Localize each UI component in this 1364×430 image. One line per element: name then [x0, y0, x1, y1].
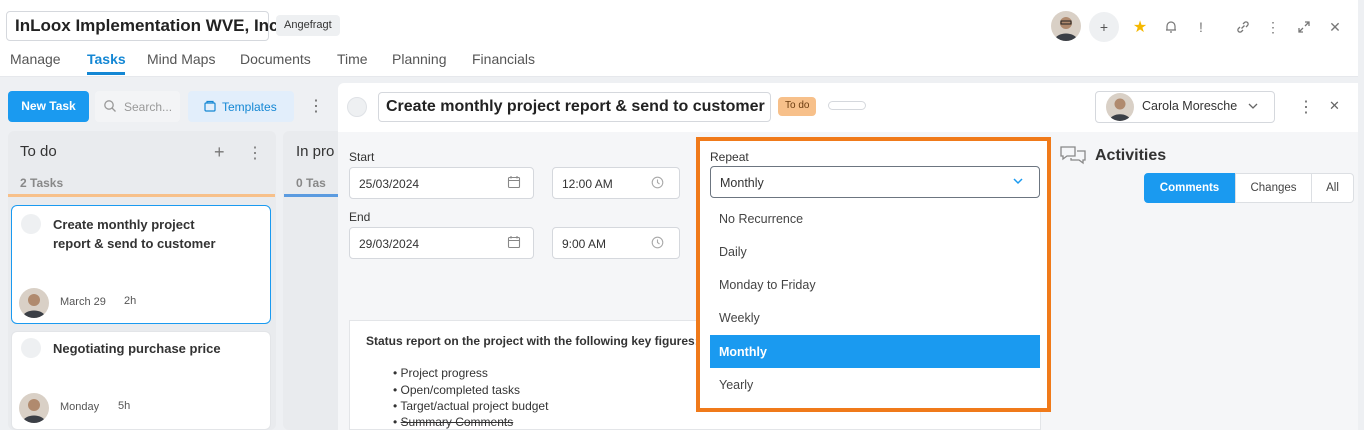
task-duration: 2h	[124, 295, 137, 307]
repeat-label: Repeat	[710, 150, 749, 164]
repeat-select[interactable]: Monthly	[710, 166, 1040, 198]
column-task-count: 0 Tas	[296, 176, 326, 190]
close-icon[interactable]: ✕	[1324, 16, 1346, 38]
add-task-icon[interactable]: +	[214, 142, 225, 163]
column-title: To do	[20, 143, 57, 160]
link-icon[interactable]	[1232, 16, 1254, 38]
tab-time[interactable]: Time	[337, 51, 368, 67]
star-icon[interactable]: ★	[1129, 16, 1151, 38]
more-vertical-icon[interactable]: ⋮	[1262, 16, 1284, 38]
description-bullet: • Project progress	[393, 366, 488, 380]
tab-changes[interactable]: Changes	[1235, 173, 1312, 203]
bell-icon[interactable]	[1160, 16, 1182, 38]
start-label: Start	[349, 150, 375, 164]
repeat-option-weekly[interactable]: Weekly	[710, 301, 1040, 334]
column-more-icon[interactable]: ⋮	[247, 143, 263, 163]
column-title: In pro	[296, 143, 335, 160]
task-title-input[interactable]: Create monthly project report & send to …	[378, 92, 771, 122]
repeat-option-yearly[interactable]: Yearly	[710, 368, 1040, 401]
assignee-avatar	[19, 393, 49, 423]
project-title[interactable]: InLoox Implementation WVE, Inc.	[6, 11, 283, 41]
task-checkbox[interactable]	[21, 214, 41, 234]
tab-documents[interactable]: Documents	[240, 51, 311, 67]
alert-icon[interactable]: !	[1190, 16, 1212, 38]
assignee-avatar	[19, 288, 49, 318]
chat-icon	[1059, 144, 1087, 168]
task-duration: 5h	[118, 400, 131, 412]
task-card-title: Negotiating purchase price	[53, 341, 221, 356]
tab-comments[interactable]: Comments	[1144, 173, 1235, 203]
progress-bar[interactable]	[828, 101, 866, 110]
end-label: End	[349, 210, 371, 224]
active-tab-indicator	[87, 72, 125, 75]
column-status-bar	[8, 194, 275, 197]
activities-title: Activities	[1095, 147, 1167, 164]
add-member-button[interactable]: +	[1089, 12, 1119, 42]
clock-icon[interactable]	[651, 176, 664, 189]
description-heading: Status report on the project with the fo…	[366, 334, 699, 348]
tab-tasks[interactable]: Tasks	[87, 51, 126, 67]
task-checkbox[interactable]	[21, 338, 41, 358]
column-task-count: 2 Tasks	[20, 176, 64, 190]
tab-all[interactable]: All	[1311, 173, 1354, 203]
search-icon	[103, 99, 117, 113]
tab-manage[interactable]: Manage	[10, 51, 61, 67]
repeat-option-daily[interactable]: Daily	[710, 235, 1040, 268]
tab-mind-maps[interactable]: Mind Maps	[147, 51, 215, 67]
detail-more-icon[interactable]: ⋮	[1298, 97, 1314, 117]
calendar-icon[interactable]	[507, 235, 521, 249]
column-status-bar	[284, 194, 342, 197]
task-card-title: Create monthly project report & send to …	[53, 217, 216, 251]
new-task-button[interactable]: New Task	[8, 91, 89, 122]
task-complete-checkbox[interactable]	[347, 97, 367, 117]
clock-icon[interactable]	[651, 236, 664, 249]
assignee-name: Carola Moresche	[1142, 99, 1238, 113]
tab-planning[interactable]: Planning	[392, 51, 447, 67]
toolbar-more-icon[interactable]: ⋮	[308, 96, 324, 116]
tab-financials[interactable]: Financials	[472, 51, 535, 67]
detail-close-icon[interactable]: ✕	[1329, 98, 1340, 114]
task-due-date: March 29	[60, 296, 106, 308]
repeat-option-monday-to-friday[interactable]: Monday to Friday	[710, 268, 1040, 301]
templates-icon	[203, 99, 217, 113]
project-manager-avatar[interactable]	[1051, 11, 1081, 41]
calendar-icon[interactable]	[507, 175, 521, 189]
description-bullet: • Open/completed tasks	[393, 383, 520, 397]
description-bullet: • Target/actual project budget	[393, 399, 549, 413]
repeat-option-no-recurrence[interactable]: No Recurrence	[710, 202, 1040, 235]
status-badge[interactable]: To do	[778, 97, 817, 116]
task-due-date: Monday	[60, 401, 100, 413]
chevron-down-icon	[1247, 100, 1259, 112]
chevron-down-icon	[1012, 175, 1024, 187]
description-bullet: • Summary Comments	[393, 415, 514, 429]
assignee-avatar	[1106, 93, 1134, 121]
expand-icon[interactable]	[1293, 16, 1315, 38]
repeat-option-monthly[interactable]: Monthly	[710, 335, 1040, 368]
project-status-badge[interactable]: Angefragt	[276, 15, 340, 36]
